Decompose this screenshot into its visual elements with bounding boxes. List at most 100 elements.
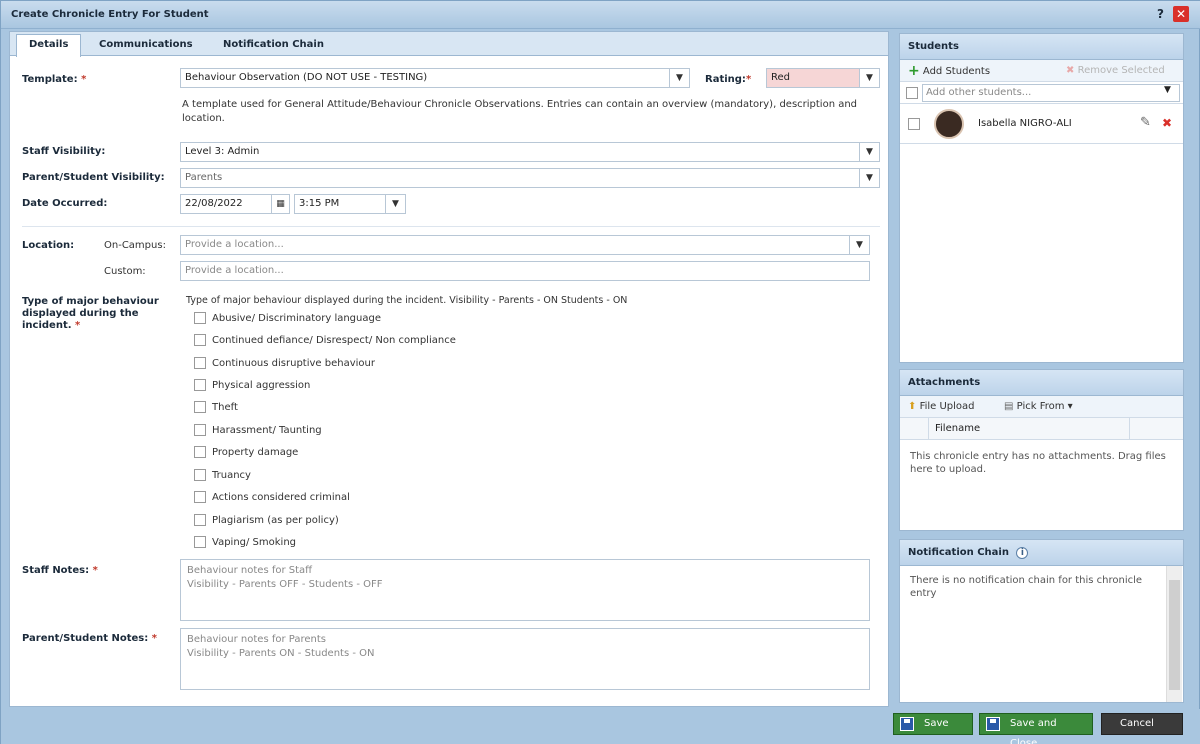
chevron-down-icon[interactable]: ▼ [859,69,879,87]
custom-location-input[interactable]: Provide a location... [180,261,870,281]
rating-value: Red [771,72,790,83]
divider [22,226,880,227]
remove-selected-button[interactable]: ✖ Remove Selected [1066,60,1165,82]
students-header: Students [900,34,1183,60]
students-panel: Students + Add Students ✖ Remove Selecte… [899,33,1184,363]
tab-notification-chain[interactable]: Notification Chain [210,34,337,56]
students-toolbar: + Add Students ✖ Remove Selected [900,60,1183,82]
staff-notes-textarea[interactable]: Behaviour notes for Staff Visibility - P… [180,559,870,621]
date-occurred-label: Date Occurred: [22,198,108,209]
checkbox[interactable] [194,446,206,458]
checkbox[interactable] [194,469,206,481]
checkbox[interactable] [194,357,206,369]
scrollbar[interactable] [1166,566,1182,702]
upload-icon: ⬆ [908,401,917,412]
time-value: 3:15 PM [299,198,340,209]
chevron-down-icon[interactable]: ▼ [859,169,879,187]
checkbox[interactable] [194,401,206,413]
behaviour-option[interactable]: Property damage [194,446,298,462]
location-label: Location: [22,240,75,251]
parent-visibility-label: Parent/Student Visibility: [22,172,165,183]
folder-icon: ▤ [1004,401,1014,412]
behaviour-option[interactable]: Plagiarism (as per policy) [194,514,339,530]
chevron-down-icon[interactable]: ▼ [859,143,879,161]
checkbox[interactable] [194,536,206,548]
checkbox[interactable] [194,514,206,526]
cancel-button[interactable]: Cancel [1101,713,1183,735]
calendar-icon[interactable]: ▦ [271,195,289,213]
student-checkbox[interactable] [908,118,920,130]
template-select[interactable]: Behaviour Observation (DO NOT USE - TEST… [180,68,690,88]
checkbox[interactable] [194,379,206,391]
behaviour-label: Type of major behaviour displayed during… [22,296,159,331]
behaviour-option[interactable]: Harassment/ Taunting [194,424,322,440]
behaviour-option[interactable]: Theft [194,401,238,417]
close-icon[interactable]: ✕ [1173,6,1189,22]
custom-label: Custom: [104,266,146,277]
parent-visibility-value: Parents [185,172,223,183]
scrollbar-thumb[interactable] [1169,580,1180,690]
add-students-button[interactable]: + Add Students [908,60,990,83]
notification-chain-header: Notification Chain i [900,540,1183,566]
checkbox[interactable] [194,312,206,324]
rating-select[interactable]: Red ▼ [766,68,880,88]
remove-student-icon[interactable]: ✖ [1162,116,1172,130]
time-select[interactable]: 3:15 PM ▼ [294,194,406,214]
student-row[interactable]: Isabella NIGRO-ALI ✎ ✖ [900,104,1183,144]
rating-label: Rating:* [705,74,752,85]
date-input[interactable]: 22/08/2022 ▦ [180,194,290,214]
checkbox[interactable] [194,491,206,503]
save-and-close-button[interactable]: Save and Close [979,713,1093,744]
tab-details[interactable]: Details [16,34,82,57]
template-value: Behaviour Observation (DO NOT USE - TEST… [185,72,428,83]
parent-visibility-select[interactable]: Parents ▼ [180,168,880,188]
attachments-header: Attachments [900,370,1183,396]
staff-notes-label: Staff Notes: * [22,565,98,576]
template-description: A template used for General Attitude/Beh… [182,99,858,124]
checkbox[interactable] [194,334,206,346]
tab-bar: Details Communications Notification Chai… [10,32,888,57]
edit-icon[interactable]: ✎ [1140,115,1151,130]
behaviour-option[interactable]: Vaping/ Smoking [194,536,296,552]
parent-notes-textarea[interactable]: Behaviour notes for Parents Visibility -… [180,628,870,690]
tab-communications[interactable]: Communications [86,34,206,56]
behaviour-option[interactable]: Continued defiance/ Disrespect/ Non comp… [194,334,456,350]
behaviour-option[interactable]: Abusive/ Discriminatory language [194,312,381,328]
chevron-down-icon[interactable]: ▼ [385,195,405,213]
window-title: Create Chronicle Entry For Student [11,9,209,20]
info-icon[interactable]: i [1016,547,1029,559]
staff-notes-placeholder-visibility: Visibility - Parents OFF - Students - OF… [187,579,383,590]
behaviour-hint: Type of major behaviour displayed during… [186,295,628,306]
title-bar[interactable]: Create Chronicle Entry For Student ? ✕ [1,1,1200,29]
file-upload-button[interactable]: ⬆ File Upload [908,396,975,418]
behaviour-option[interactable]: Truancy [194,469,251,485]
student-name: Isabella NIGRO-ALI [978,118,1072,129]
behaviour-option[interactable]: Physical aggression [194,379,310,395]
attachments-table-header: Filename [900,418,1183,440]
details-panel: Details Communications Notification Chai… [9,31,889,707]
save-button[interactable]: Save [893,713,973,735]
select-all-checkbox[interactable] [906,87,918,99]
help-icon[interactable]: ? [1157,7,1164,21]
remove-icon: ✖ [1066,65,1075,76]
chevron-down-icon[interactable]: ▼ [1164,85,1171,95]
notification-chain-panel: Notification Chain i There is no notific… [899,539,1184,703]
add-other-students-input[interactable]: Add other students... [922,84,1180,102]
notification-chain-empty-text: There is no notification chain for this … [910,575,1143,599]
staff-visibility-select[interactable]: Level 3: Admin ▼ [180,142,880,162]
chevron-down-icon[interactable]: ▼ [849,236,869,254]
plus-icon: + [908,63,920,79]
staff-notes-placeholder: Behaviour notes for Staff [187,565,313,576]
staff-visibility-label: Staff Visibility: [22,146,106,157]
on-campus-select[interactable]: Provide a location... ▼ [180,235,870,255]
date-value: 22/08/2022 [185,198,243,209]
dialog-window: Create Chronicle Entry For Student ? ✕ D… [0,0,1200,744]
add-other-students-row: Add other students... ▼ [900,82,1183,104]
attachments-empty-text: This chronicle entry has no attachments.… [910,451,1166,475]
pick-from-button[interactable]: ▤ Pick From ▾ [1004,396,1073,418]
behaviour-option[interactable]: Continuous disruptive behaviour [194,357,375,373]
filename-column-header[interactable]: Filename [928,418,1130,439]
checkbox[interactable] [194,424,206,436]
chevron-down-icon[interactable]: ▼ [669,69,689,87]
behaviour-option[interactable]: Actions considered criminal [194,491,350,507]
